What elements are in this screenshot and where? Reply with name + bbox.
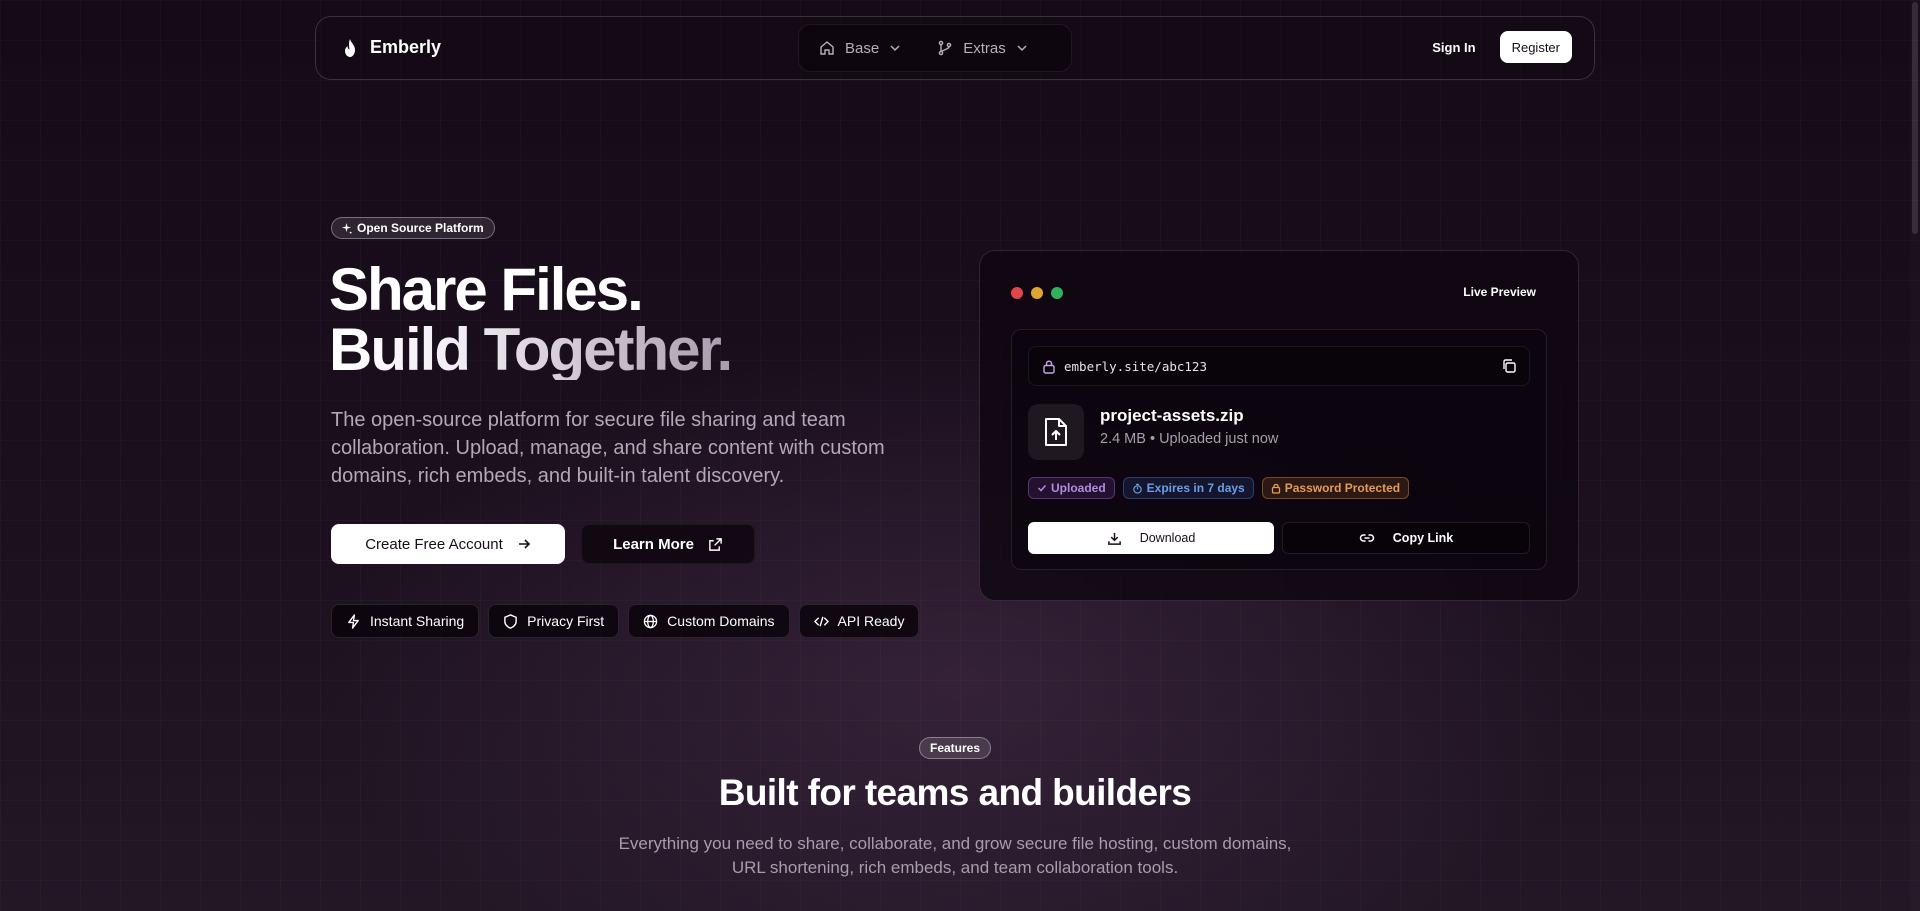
page-scrollbar[interactable] (1910, 0, 1920, 911)
tag-label: Expires in 7 days (1146, 481, 1245, 495)
chevron-down-icon (889, 42, 901, 54)
lock-icon (1042, 359, 1056, 374)
file-preview-panel: emberly.site/abc123 project-assets.zip 2… (1011, 329, 1547, 570)
hero-description: The open-source platform for secure file… (331, 409, 885, 487)
chevron-down-icon (1016, 42, 1028, 54)
hero-title-line2: Build Together. (329, 316, 733, 383)
features-badge: Features (919, 737, 992, 759)
file-name: project-assets.zip (1100, 406, 1244, 425)
window-dot-yellow (1031, 287, 1043, 299)
create-account-button[interactable]: Create Free Account (331, 524, 565, 564)
copy-link-button[interactable]: Copy Link (1282, 522, 1530, 554)
pill-privacy-first: Privacy First (488, 604, 620, 638)
zap-icon (346, 613, 361, 629)
copy-icon[interactable] (1501, 358, 1517, 374)
window-dot-red (1011, 287, 1023, 299)
features-title: Built for teams and builders (718, 772, 1192, 813)
tag-label: Uploaded (1051, 481, 1106, 495)
scrollbar-thumb[interactable] (1912, 2, 1918, 234)
tag-uploaded: Uploaded (1028, 477, 1115, 499)
pill-custom-domains: Custom Domains (628, 604, 790, 638)
window-dot-green (1051, 287, 1063, 299)
pill-label: Instant Sharing (370, 613, 465, 629)
preview-title: Live Preview (1463, 285, 1536, 299)
hero-title-line1: Share Files. (329, 256, 644, 323)
download-icon (1107, 531, 1122, 546)
check-icon (1037, 483, 1047, 493)
tag-password-protected: Password Protected (1261, 477, 1410, 499)
pill-label: API Ready (837, 613, 905, 629)
share-url-bar: emberly.site/abc123 (1028, 346, 1530, 386)
pill-api-ready: API Ready (798, 604, 920, 638)
live-preview-card: Live Preview emberly.site/abc123 project… (979, 250, 1579, 601)
sparkles-icon (341, 222, 352, 234)
brand-logo[interactable]: Emberly (342, 37, 441, 58)
shield-icon (503, 613, 518, 629)
pill-label: Privacy First (527, 613, 605, 629)
features-subtitle: Everything you need to share, collaborat… (618, 834, 1292, 877)
feature-pills: Instant Sharing Privacy First Custom Dom… (331, 604, 920, 638)
arrow-right-icon (517, 537, 531, 551)
sign-in-link[interactable]: Sign In (1432, 40, 1475, 55)
globe-icon (643, 614, 658, 629)
tag-expires: Expires in 7 days (1122, 477, 1254, 499)
menu-base-label: Base (845, 39, 880, 57)
git-branch-icon (937, 40, 953, 56)
home-icon (819, 40, 835, 56)
learn-more-button[interactable]: Learn More (581, 524, 755, 564)
learn-more-label: Learn More (613, 535, 694, 553)
link-icon (1359, 530, 1375, 546)
flame-icon (342, 38, 358, 58)
code-icon (813, 614, 829, 629)
download-label: Download (1139, 531, 1196, 545)
main-menu: Base Extras (798, 24, 1072, 72)
share-url: emberly.site/abc123 (1064, 358, 1207, 374)
file-status-tags: Uploaded Expires in 7 days Password Prot… (1028, 477, 1410, 499)
top-navbar: Emberly Base Extras Sign In Register (315, 16, 1595, 80)
copy-link-label: Copy Link (1392, 531, 1454, 545)
menu-extras-label: Extras (963, 39, 1006, 57)
register-button[interactable]: Register (1499, 31, 1572, 63)
file-meta: 2.4 MB • Uploaded just now (1100, 431, 1279, 447)
lock-icon (1271, 483, 1281, 494)
external-link-icon (708, 537, 723, 552)
download-button[interactable]: Download (1028, 522, 1274, 554)
menu-base[interactable]: Base (819, 40, 901, 57)
hero-title: Share Files. Build Together. (329, 256, 733, 383)
tag-label: Password Protected (1284, 481, 1401, 495)
brand-name: Emberly (370, 37, 442, 57)
open-source-badge: Open Source Platform (331, 217, 495, 239)
timer-icon (1132, 483, 1143, 494)
window-dots (1011, 287, 1063, 299)
auth-actions: Sign In Register (1432, 31, 1572, 63)
menu-extras[interactable]: Extras (937, 40, 1028, 57)
pill-label: Custom Domains (667, 613, 775, 629)
file-upload-icon (1028, 404, 1084, 460)
create-account-label: Create Free Account (365, 535, 503, 553)
badge-label: Open Source Platform (357, 221, 484, 235)
pill-instant-sharing: Instant Sharing (331, 604, 480, 638)
